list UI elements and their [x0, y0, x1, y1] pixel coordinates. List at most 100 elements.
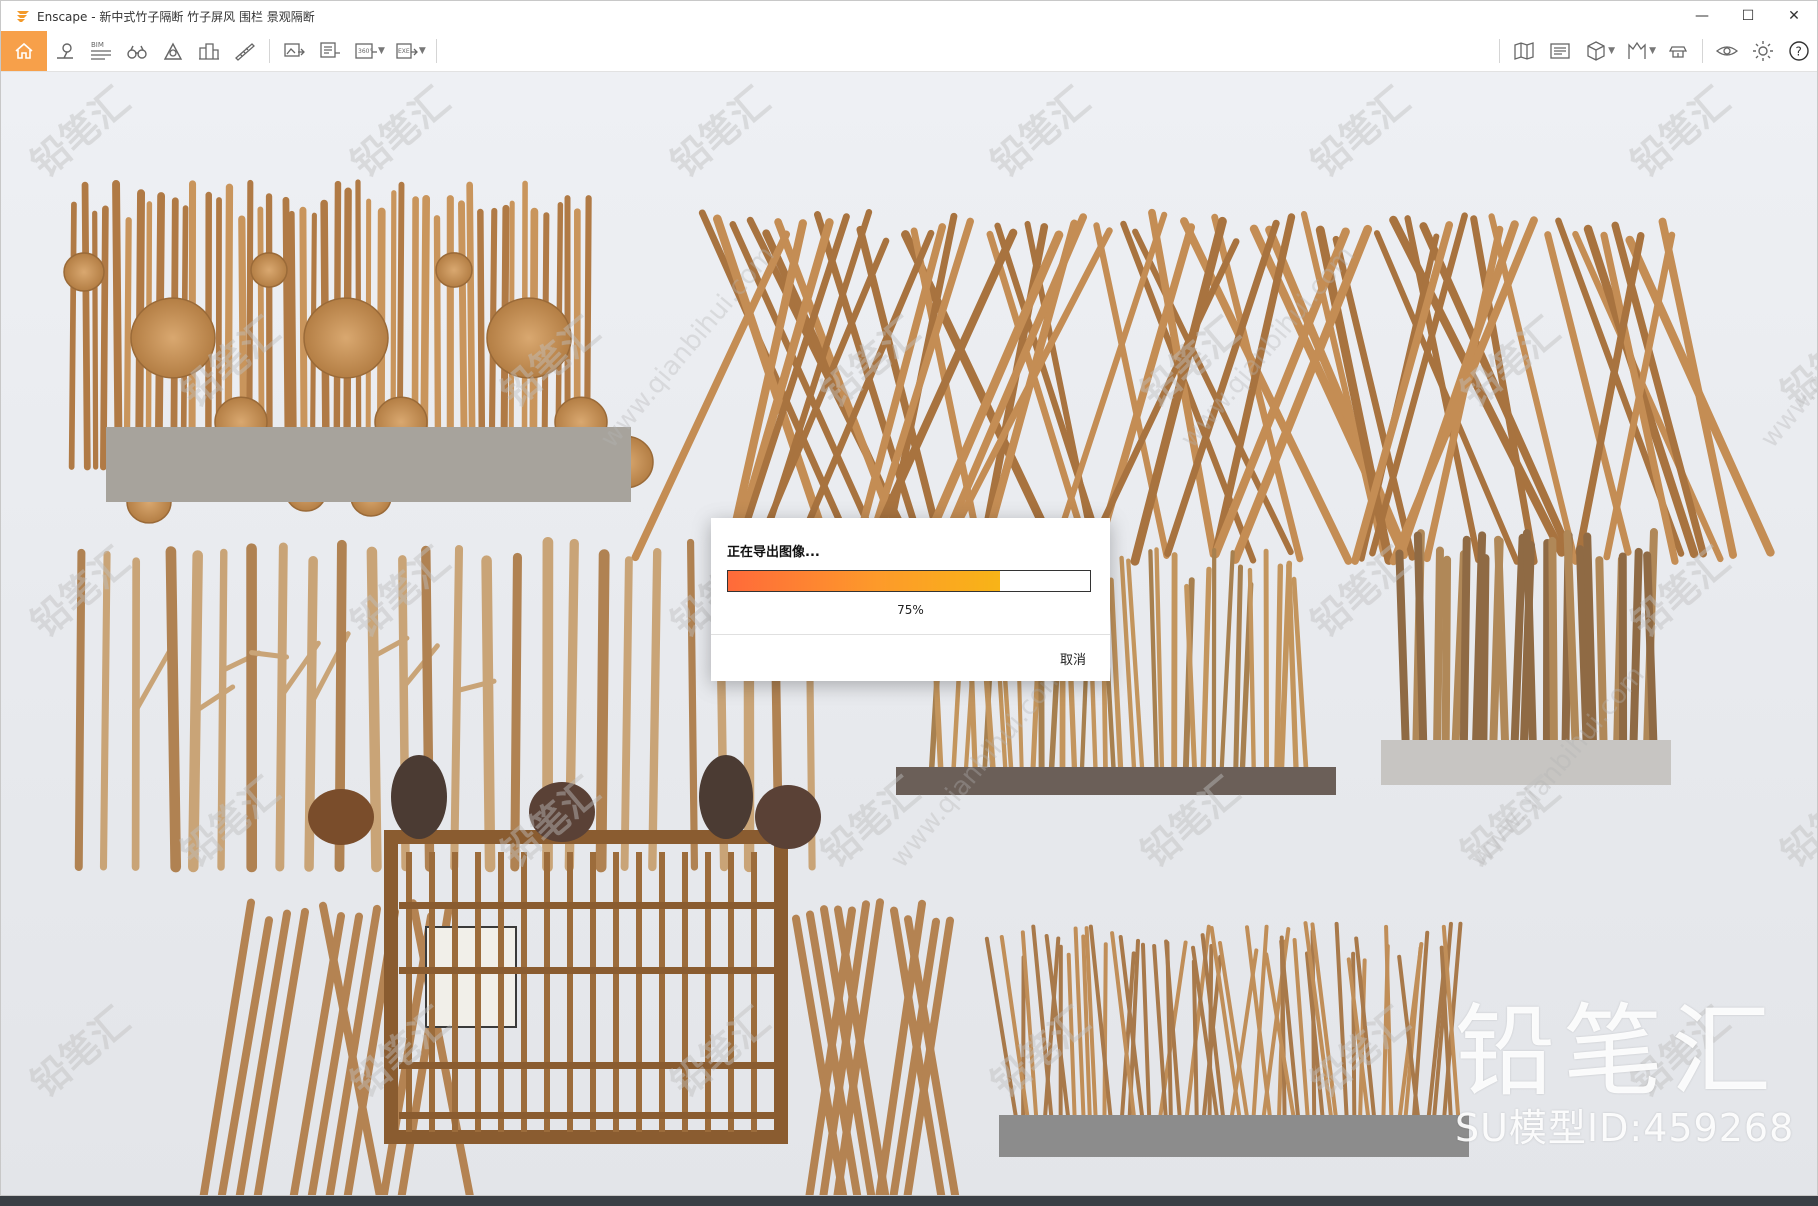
bamboo-pole	[1459, 535, 1471, 756]
bim-label: BIM	[91, 41, 104, 49]
bamboo-pole	[165, 546, 182, 873]
render-viewport[interactable]: 铅笔汇 铅笔汇 铅笔汇 铅笔汇 铅笔汇 铅笔汇 铅笔汇 铅笔汇 铅笔汇 铅笔汇 铅笔汇 铅笔汇 铅笔汇铅…	[1, 72, 1817, 1195]
bamboo-pole	[1200, 566, 1212, 780]
toolbar-separator	[1702, 39, 1703, 63]
bamboo-pole	[1126, 558, 1145, 780]
visual-settings-button[interactable]	[1709, 31, 1745, 71]
maximize-button[interactable]: ☐	[1725, 1, 1771, 31]
title-bar: Enscape - 新中式竹子隔断 竹子屏风 围栏 景观隔断 — ☐ ✕	[1, 1, 1817, 31]
bamboo-pole	[1413, 531, 1428, 756]
progress-percent: 75%	[897, 603, 924, 617]
lattice-bar	[521, 852, 527, 1132]
ruler-icon	[235, 43, 255, 61]
brand-name: 铅笔汇	[1455, 993, 1779, 1110]
help-label: ?	[1796, 45, 1802, 59]
toolbar: BIM 360° ▼ EXE ▼ ▼ ▼ ?	[1, 31, 1817, 86]
lattice-bar	[728, 852, 734, 1132]
bamboo-pole	[92, 210, 99, 470]
bamboo-pole	[1207, 943, 1214, 1124]
help-button[interactable]: ?	[1781, 31, 1817, 71]
lattice-bar	[636, 852, 642, 1132]
lattice-rail	[399, 1112, 774, 1119]
lattice-bar	[406, 852, 412, 1132]
upload-button[interactable]	[1660, 31, 1696, 71]
batch-render-icon	[320, 42, 340, 58]
bamboo-pole	[1548, 536, 1558, 756]
bamboo-pole	[100, 205, 109, 471]
bamboo-pole	[133, 645, 174, 713]
woven-disc	[250, 252, 288, 288]
woven-disc	[303, 297, 389, 379]
toolbar-separator	[435, 39, 437, 63]
bamboo-pole	[648, 548, 662, 872]
bamboo-pole	[595, 549, 610, 873]
cancel-button[interactable]: 取消	[1060, 649, 1086, 668]
progress-bar	[727, 570, 1091, 592]
batch-render-button[interactable]	[312, 31, 348, 71]
exe-export-button[interactable]: EXE	[389, 31, 425, 71]
lattice-bar	[429, 852, 435, 1132]
progress-fill	[728, 571, 1000, 591]
bamboo-pole	[1629, 547, 1643, 756]
views-button[interactable]	[1542, 31, 1578, 71]
home-button[interactable]	[1, 31, 47, 71]
bamboo-pole	[1247, 567, 1257, 780]
buildings-button[interactable]	[191, 31, 227, 71]
minimize-button[interactable]: —	[1679, 1, 1725, 31]
lattice-bar	[567, 852, 573, 1132]
toolbar-right-group: ▼ ▼ ?	[1493, 31, 1817, 71]
exe-export-icon: EXE	[396, 43, 418, 59]
map-pin-icon	[57, 43, 73, 59]
views-icon	[1550, 43, 1570, 59]
granite-planter	[999, 1115, 1469, 1157]
asset-library-button[interactable]	[1578, 31, 1614, 71]
material-icon	[1628, 41, 1646, 59]
bim-button[interactable]: BIM	[83, 31, 119, 71]
ruler-button[interactable]	[227, 31, 263, 71]
lattice-grid	[399, 852, 774, 1132]
lattice-bar	[613, 852, 619, 1132]
location-button[interactable]	[47, 31, 83, 71]
map-button[interactable]	[1506, 31, 1542, 71]
bamboo-pole	[481, 555, 496, 873]
bamboo-pole	[1102, 942, 1108, 1124]
help-icon: ?	[1789, 41, 1809, 61]
close-button[interactable]: ✕	[1771, 1, 1817, 31]
bamboo-pole	[282, 196, 292, 471]
toolbar-separator	[1499, 39, 1501, 63]
bamboo-pole	[131, 557, 141, 871]
bim-icon: BIM	[91, 41, 111, 60]
lattice-rail	[399, 967, 774, 974]
bamboo-pole	[1432, 546, 1444, 756]
bamboo-pole	[466, 181, 476, 471]
enscape-logo-icon	[17, 11, 29, 22]
gear-icon	[1753, 41, 1773, 61]
bamboo-pole	[1494, 535, 1510, 756]
lattice-bar	[544, 852, 550, 1132]
enscape-window: Enscape - 新中式竹子隔断 竹子屏风 围栏 景观隔断 — ☐ ✕ BIM	[0, 0, 1818, 1196]
screenshot-button[interactable]	[276, 31, 312, 71]
map-icon	[1514, 42, 1534, 60]
lattice-rail	[399, 902, 774, 909]
image-export-icon	[284, 43, 305, 57]
binoculars-button[interactable]	[119, 31, 155, 71]
cube-icon	[1587, 41, 1605, 61]
sun-button[interactable]	[155, 31, 191, 71]
buildings-icon	[199, 43, 219, 60]
model-id: SU模型ID:459268	[1455, 1106, 1795, 1150]
lattice-bar	[452, 852, 458, 1132]
bamboo-pole	[1441, 555, 1452, 756]
bamboo-pole	[1233, 564, 1244, 780]
toolbar-separator	[269, 39, 270, 63]
panorama-button[interactable]: 360°	[348, 31, 384, 71]
cloud-upload-icon	[1668, 46, 1688, 58]
export-progress-dialog: 正在导出图像... 75% 取消	[711, 518, 1110, 681]
brand-watermark: 铅笔汇 SU模型ID:459268	[1455, 993, 1795, 1151]
materials-button[interactable]	[1619, 31, 1655, 71]
bamboo-pole	[112, 180, 123, 471]
settings-button[interactable]	[1745, 31, 1781, 71]
binoculars-icon	[127, 45, 147, 59]
dialog-title: 正在导出图像...	[727, 545, 820, 560]
woven-vase	[699, 755, 753, 839]
toolbar-left-group: BIM 360° ▼ EXE ▼	[1, 31, 443, 71]
